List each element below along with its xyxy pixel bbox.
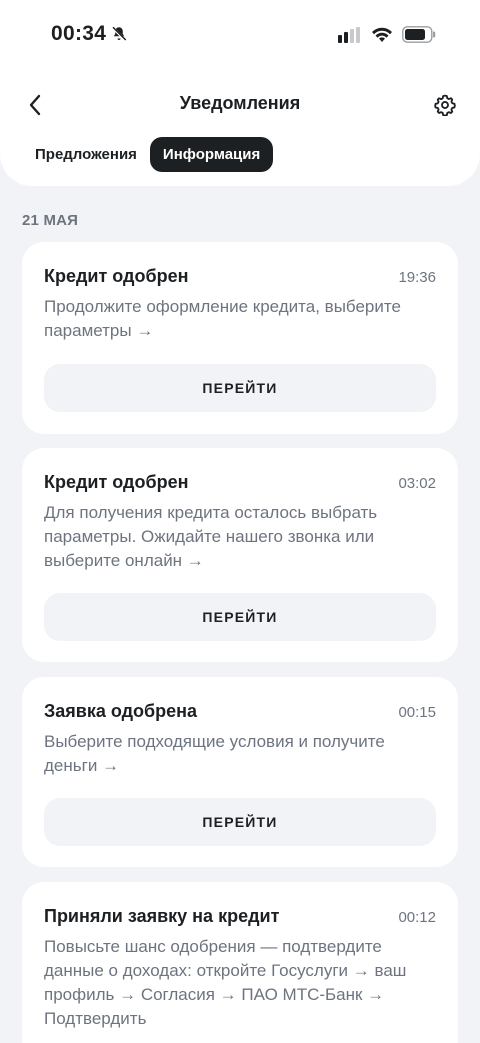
status-icons: [338, 26, 436, 43]
notification-title: Приняли заявку на кредит: [44, 906, 280, 926]
page-title: Уведомления: [179, 93, 301, 113]
status-bar: 00:34: [0, 0, 480, 72]
status-time: 00:34: [51, 22, 107, 45]
battery-icon: [402, 26, 436, 43]
notification-title: Заявка одобрена: [44, 701, 198, 721]
notification-time: 03:02: [398, 475, 436, 492]
app-header: Уведомления: [0, 88, 480, 122]
notification-card: Кредит одобрен 19:36 Продолжите оформлен…: [22, 242, 458, 434]
notification-title: Кредит одобрен: [44, 266, 189, 286]
notification-text: Повысьте шанс одобрения — подтвердите да…: [44, 937, 407, 1028]
go-button[interactable]: ПЕРЕЙТИ: [44, 593, 436, 641]
tab-offers[interactable]: Предложения: [22, 137, 150, 172]
go-button[interactable]: ПЕРЕЙТИ: [44, 364, 436, 412]
tab-bar: Предложения Информация: [22, 137, 274, 172]
notification-title: Кредит одобрен: [44, 472, 189, 492]
go-button[interactable]: ПЕРЕЙТИ: [44, 798, 436, 846]
date-label: 21 МАЯ: [22, 212, 79, 229]
settings-button[interactable]: [430, 90, 460, 120]
top-panel: 00:34 Уведомления Предложения Информация: [0, 0, 480, 186]
signal-icon: [338, 26, 360, 43]
tab-information[interactable]: Информация: [149, 137, 274, 172]
bell-slash-icon: [111, 26, 127, 42]
notification-text: Выберите подходящие условия и получите д…: [44, 732, 385, 775]
notification-text: Для получения кредита осталось выбрать п…: [44, 503, 378, 570]
notification-time: 00:12: [398, 909, 436, 926]
notification-card: Приняли заявку на кредит 00:12 Повысьте …: [22, 882, 458, 1043]
notification-card: Заявка одобрена 00:15 Выберите подходящи…: [22, 677, 458, 867]
wifi-icon: [372, 27, 392, 42]
notification-text: Продолжите оформление кредита, выберите …: [44, 297, 401, 340]
notification-time: 00:15: [398, 704, 436, 721]
status-time-group: 00:34: [51, 22, 128, 46]
notification-time: 19:36: [398, 269, 436, 286]
notification-card: Кредит одобрен 03:02 Для получения креди…: [22, 448, 458, 662]
gear-icon: [434, 94, 456, 116]
